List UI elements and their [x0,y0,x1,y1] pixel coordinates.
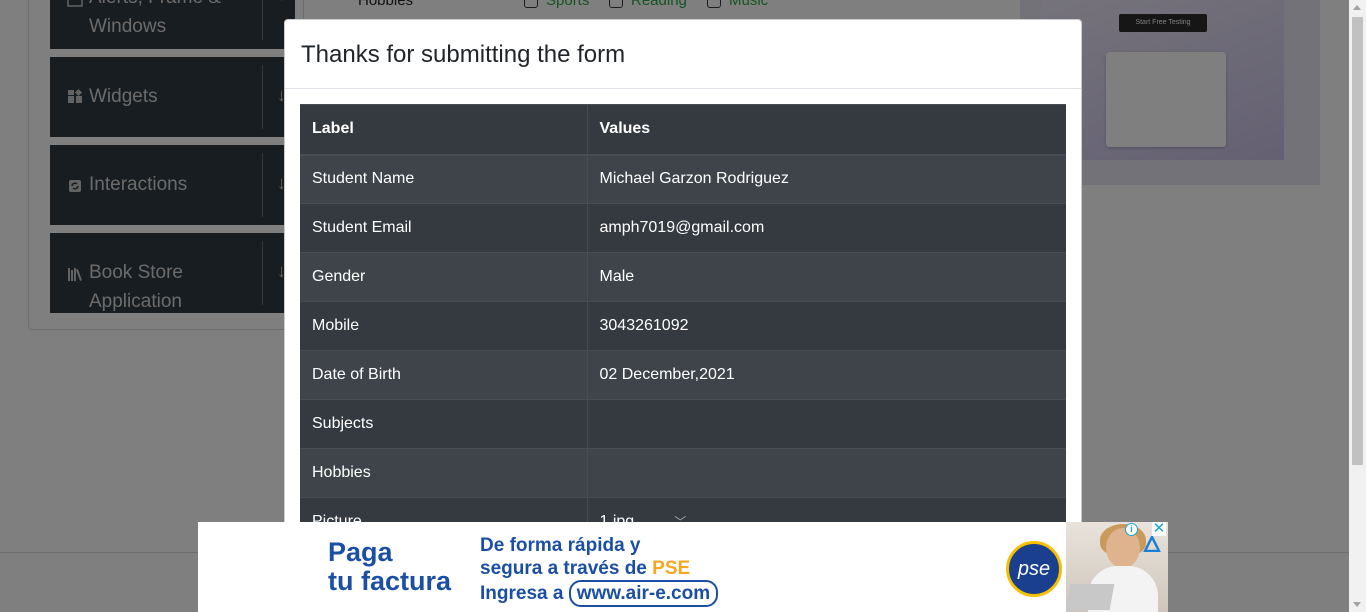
ad-copy-line: segura a través de PSE [480,557,718,580]
ad-brand-text: PSE [652,558,691,579]
ad-info-icon[interactable]: i [1125,523,1138,536]
table-row: Date of Birth 02 December,2021 [300,350,1066,400]
table-row: Student Name Michael Garzon Rodriguez [300,154,1066,204]
ad-copy-text: segura a través de [480,558,653,579]
pse-badge: pse [1006,541,1062,597]
row-label: Subjects [300,399,588,449]
modal-title: Thanks for submitting the form [301,41,626,68]
ad-copy: De forma rápida y segura a través de PSE… [480,534,719,607]
column-header-values: Values [587,104,1066,156]
ad-headline: Paga tu factura [328,538,451,596]
row-value: 02 December,2021 [587,350,1066,400]
ad-copy-line: Ingresa a www.air-e.com [480,580,719,607]
ad-url-link[interactable]: www.air-e.com [568,580,719,607]
row-value [587,448,1066,498]
scroll-up-icon[interactable] [1353,5,1361,10]
scrollbar-thumb[interactable] [1352,17,1363,465]
adchoices-logo-icon [1142,534,1162,553]
row-label: Mobile [300,301,588,351]
row-label: Date of Birth [300,350,588,400]
row-value: 3043261092 [587,301,1066,351]
ad-copy-line: De forma rápida y [480,535,641,556]
modal-body: Label Values Student Name Michael Garzon… [285,89,1081,562]
table-header-row: Label Values [300,104,1066,156]
row-value: Michael Garzon Rodriguez [587,154,1066,204]
row-label: Student Email [300,203,588,253]
ad-headline-line: Paga [328,537,393,567]
table-row: Student Email amph7019@gmail.com [300,203,1066,253]
scroll-down-icon[interactable] [1353,602,1361,607]
row-label: Student Name [300,154,588,204]
ad-headline-line: tu factura [328,566,452,596]
close-icon[interactable]: ✕ [1152,522,1166,536]
row-value [587,399,1066,449]
column-header-label: Label [300,104,588,156]
scrollbar[interactable] [1349,0,1366,612]
table-row: Gender Male [300,252,1066,302]
modal-header: Thanks for submitting the form [285,20,1081,89]
results-table: Label Values Student Name Michael Garzon… [300,104,1066,547]
table-row: Hobbies [300,448,1066,498]
table-row: Mobile 3043261092 [300,301,1066,351]
ad-copy-text: Ingresa a [480,583,569,604]
row-label: Hobbies [300,448,588,498]
row-value: Male [587,252,1066,302]
table-row: Subjects [300,399,1066,449]
row-label: Gender [300,252,588,302]
row-value: amph7019@gmail.com [587,203,1066,253]
photo-laptop [1065,584,1115,610]
bottom-advertisement[interactable]: Paga tu factura De forma rápida y segura… [198,522,1168,612]
